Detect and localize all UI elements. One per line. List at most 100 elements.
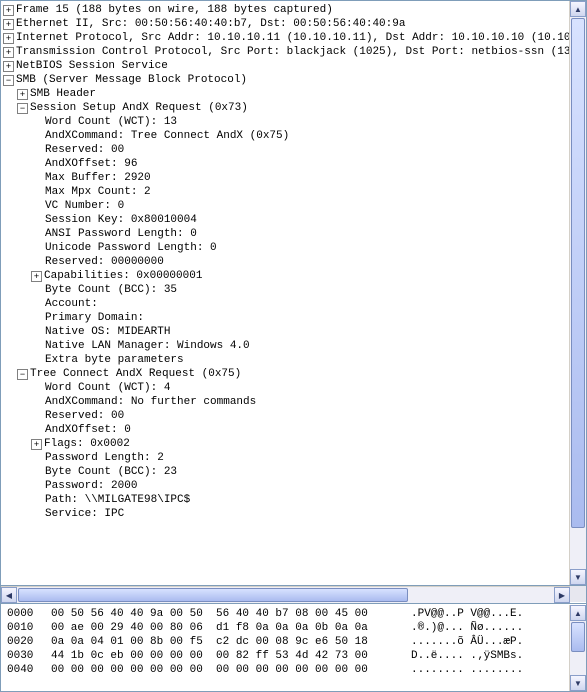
tree-label: Max Mpx Count: 2 — [45, 185, 151, 199]
tree-row-ip[interactable]: +Internet Protocol, Src Addr: 10.10.10.1… — [3, 31, 569, 45]
scroll-right-button[interactable]: ▶ — [554, 587, 570, 603]
tree-content[interactable]: +Frame 15 (188 bytes on wire, 188 bytes … — [1, 1, 569, 585]
tree-row-smb[interactable]: −SMB (Server Message Block Protocol) — [3, 73, 569, 87]
tree-row-ansipass[interactable]: ANSI Password Length: 0 — [3, 227, 569, 241]
scroll-track[interactable] — [17, 587, 554, 603]
tree-row-bcc2[interactable]: Byte Count (BCC): 23 — [3, 465, 569, 479]
collapse-icon[interactable]: − — [17, 103, 28, 114]
scroll-left-button[interactable]: ◀ — [1, 587, 17, 603]
tree-row-nativeos[interactable]: Native OS: MIDEARTH — [3, 325, 569, 339]
tree-label: Max Buffer: 2920 — [45, 171, 151, 185]
tree-row-res3[interactable]: Reserved: 00 — [3, 409, 569, 423]
tree-label: Password: 2000 — [45, 479, 137, 493]
tree-row-wct1[interactable]: Word Count (WCT): 13 — [3, 115, 569, 129]
collapse-icon[interactable]: − — [3, 75, 14, 86]
tree-row-smb-header[interactable]: +SMB Header — [3, 87, 569, 101]
hex-bytes: 00 50 56 40 40 9a 00 50 56 40 40 b7 08 0… — [51, 607, 411, 621]
tree-row-wct2[interactable]: Word Count (WCT): 4 — [3, 381, 569, 395]
expand-icon[interactable]: + — [3, 47, 14, 58]
tree-row-nativelan[interactable]: Native LAN Manager: Windows 4.0 — [3, 339, 569, 353]
expand-icon[interactable]: + — [3, 61, 14, 72]
scroll-track[interactable] — [570, 17, 586, 569]
scroll-up-button[interactable]: ▲ — [570, 605, 586, 621]
tree-label: NetBIOS Session Service — [16, 59, 168, 73]
tree-row-domain[interactable]: Primary Domain: — [3, 311, 569, 325]
hex-content[interactable]: 000000 50 56 40 40 9a 00 50 56 40 40 b7 … — [1, 605, 569, 691]
tree-label: Flags: 0x0002 — [44, 437, 130, 451]
tree-row-andxoff1[interactable]: AndXOffset: 96 — [3, 157, 569, 171]
hex-ascii: D..ë.... .‚ÿSMBs. — [411, 649, 523, 663]
hex-line[interactable]: 000000 50 56 40 40 9a 00 50 56 40 40 b7 … — [7, 607, 569, 621]
tree-row-service[interactable]: Service: IPC — [3, 507, 569, 521]
hex-offset: 0030 — [7, 649, 51, 663]
tree-label: AndXOffset: 96 — [45, 157, 137, 171]
tree-horizontal-scrollbar[interactable]: ◀ ▶ — [1, 586, 570, 603]
tree-row-passlen[interactable]: Password Length: 2 — [3, 451, 569, 465]
tree-row-flags[interactable]: +Flags: 0x0002 — [3, 437, 569, 451]
tree-label: Session Key: 0x80010004 — [45, 213, 197, 227]
tree-row-andx2[interactable]: AndXCommand: No further commands — [3, 395, 569, 409]
tree-row-ethernet[interactable]: +Ethernet II, Src: 00:50:56:40:40:b7, Ds… — [3, 17, 569, 31]
tree-row-maxbuf[interactable]: Max Buffer: 2920 — [3, 171, 569, 185]
scroll-corner — [570, 586, 586, 602]
scroll-down-button[interactable]: ▼ — [570, 675, 586, 691]
tree-row-password[interactable]: Password: 2000 — [3, 479, 569, 493]
tree-label: Extra byte parameters — [45, 353, 184, 367]
tree-vertical-scrollbar[interactable]: ▲ ▼ — [569, 1, 586, 585]
expand-icon[interactable]: + — [31, 271, 42, 282]
tree-row-tree-connect[interactable]: −Tree Connect AndX Request (0x75) — [3, 367, 569, 381]
scroll-thumb[interactable] — [18, 588, 408, 602]
tree-label: Transmission Control Protocol, Src Port:… — [16, 45, 569, 59]
tree-label: AndXCommand: No further commands — [45, 395, 256, 409]
tree-row-res2[interactable]: Reserved: 00000000 — [3, 255, 569, 269]
tree-label: AndXOffset: 0 — [45, 423, 131, 437]
scroll-track[interactable] — [570, 621, 586, 675]
tree-label: Password Length: 2 — [45, 451, 164, 465]
tree-row-andxoff2[interactable]: AndXOffset: 0 — [3, 423, 569, 437]
tree-label: SMB (Server Message Block Protocol) — [16, 73, 247, 87]
tree-row-netbios[interactable]: +NetBIOS Session Service — [3, 59, 569, 73]
tree-label: Capabilities: 0x00000001 — [44, 269, 202, 283]
hex-offset: 0040 — [7, 663, 51, 677]
expand-icon[interactable]: + — [17, 89, 28, 100]
tree-label: SMB Header — [30, 87, 96, 101]
tree-row-frame[interactable]: +Frame 15 (188 bytes on wire, 188 bytes … — [3, 3, 569, 17]
expand-icon[interactable]: + — [31, 439, 42, 450]
tree-row-bcc1[interactable]: Byte Count (BCC): 35 — [3, 283, 569, 297]
tree-label: Service: IPC — [45, 507, 124, 521]
hex-line[interactable]: 004000 00 00 00 00 00 00 00 00 00 00 00 … — [7, 663, 569, 677]
expand-icon[interactable]: + — [3, 5, 14, 16]
expand-icon[interactable]: + — [3, 33, 14, 44]
hex-vertical-scrollbar[interactable]: ▲ ▼ — [569, 605, 586, 691]
tree-row-session-setup[interactable]: −Session Setup AndX Request (0x73) — [3, 101, 569, 115]
tree-label: Account: — [45, 297, 98, 311]
tree-row-unipass[interactable]: Unicode Password Length: 0 — [3, 241, 569, 255]
hex-line[interactable]: 003044 1b 0c eb 00 00 00 00 00 82 ff 53 … — [7, 649, 569, 663]
tree-row-res1[interactable]: Reserved: 00 — [3, 143, 569, 157]
scroll-up-button[interactable]: ▲ — [570, 1, 586, 17]
tree-label: Byte Count (BCC): 23 — [45, 465, 177, 479]
tree-row-vcnum[interactable]: VC Number: 0 — [3, 199, 569, 213]
hex-line[interactable]: 001000 ae 00 29 40 00 80 06 d1 f8 0a 0a … — [7, 621, 569, 635]
tree-label: VC Number: 0 — [45, 199, 124, 213]
tree-row-path[interactable]: Path: \\MILGATE98\IPC$ — [3, 493, 569, 507]
tree-label: Reserved: 00 — [45, 143, 124, 157]
tree-row-andx1[interactable]: AndXCommand: Tree Connect AndX (0x75) — [3, 129, 569, 143]
tree-row-account[interactable]: Account: — [3, 297, 569, 311]
hex-pane: 000000 50 56 40 40 9a 00 50 56 40 40 b7 … — [1, 604, 586, 691]
hex-line[interactable]: 00200a 0a 04 01 00 8b 00 f5 c2 dc 00 08 … — [7, 635, 569, 649]
tree-row-caps[interactable]: +Capabilities: 0x00000001 — [3, 269, 569, 283]
collapse-icon[interactable]: − — [17, 369, 28, 380]
tree-label: ANSI Password Length: 0 — [45, 227, 197, 241]
scroll-thumb[interactable] — [571, 622, 585, 652]
tree-row-sesskey[interactable]: Session Key: 0x80010004 — [3, 213, 569, 227]
tree-row-extra[interactable]: Extra byte parameters — [3, 353, 569, 367]
expand-icon[interactable]: + — [3, 19, 14, 30]
scroll-thumb[interactable] — [571, 18, 585, 528]
tree-label: Word Count (WCT): 4 — [45, 381, 170, 395]
tree-row-maxmpx[interactable]: Max Mpx Count: 2 — [3, 185, 569, 199]
scroll-down-button[interactable]: ▼ — [570, 569, 586, 585]
tree-row-tcp[interactable]: +Transmission Control Protocol, Src Port… — [3, 45, 569, 59]
tree-label: Path: \\MILGATE98\IPC$ — [45, 493, 190, 507]
hex-bytes: 44 1b 0c eb 00 00 00 00 00 82 ff 53 4d 4… — [51, 649, 411, 663]
